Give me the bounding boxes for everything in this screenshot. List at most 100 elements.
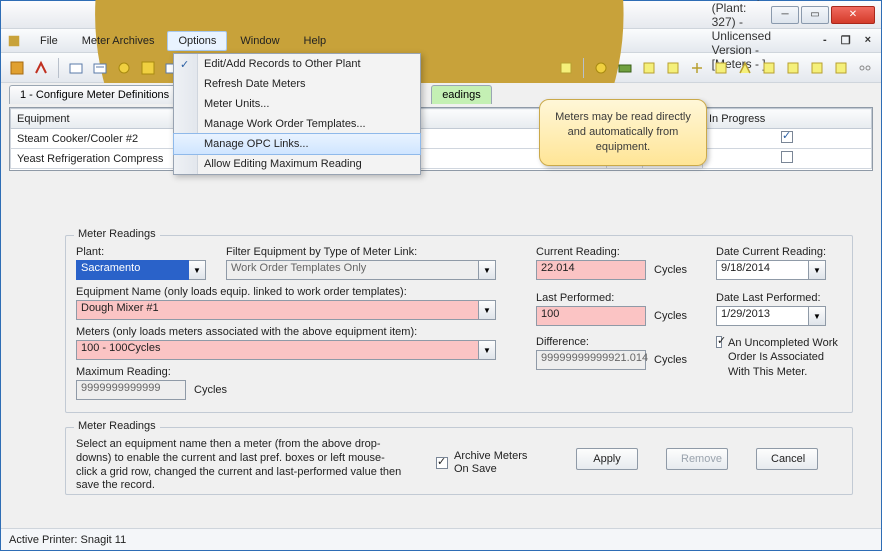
options-dropdown: ✓Edit/Add Records to Other Plant Refresh…	[173, 53, 421, 175]
remove-button[interactable]: Remove	[666, 448, 728, 470]
close-button[interactable]: ✕	[831, 6, 875, 24]
tool-icon-right-7[interactable]	[711, 58, 731, 78]
tab-readings[interactable]: eadings	[431, 85, 492, 104]
tool-icon-1[interactable]	[7, 58, 27, 78]
equipment-name-value: Dough Mixer #1	[76, 300, 479, 320]
toolbar-separator	[58, 58, 59, 78]
info-callout: Meters may be read directly and automati…	[539, 99, 707, 166]
toolbar-separator	[583, 58, 584, 78]
difference-units: Cycles	[654, 354, 687, 366]
table-row[interactable]: Steam Cooker/Cooler #2 5/11/2016 42	[11, 129, 872, 149]
menu-manage-opc-links[interactable]: Manage OPC Links...	[173, 133, 421, 155]
tool-icon-right-5[interactable]	[663, 58, 683, 78]
plant-combo[interactable]: Sacramento ▼	[76, 260, 206, 280]
check-icon: ✓	[180, 58, 189, 71]
checkbox-icon[interactable]	[781, 131, 793, 143]
menu-app-icon	[7, 34, 21, 48]
menu-edit-add-records[interactable]: ✓Edit/Add Records to Other Plant	[174, 54, 420, 74]
last-performed-units: Cycles	[654, 310, 687, 322]
menu-help[interactable]: Help	[293, 31, 338, 51]
date-last-performed-value: 1/29/2013	[716, 306, 809, 326]
menu-meter-archives[interactable]: Meter Archives	[71, 31, 166, 51]
tool-icon-2[interactable]	[31, 58, 51, 78]
date-current-reading-label: Date Current Reading:	[716, 246, 826, 258]
difference-field: 99999999999921.014	[536, 350, 646, 370]
mdi-restore-button[interactable]: ❐	[837, 34, 855, 47]
current-reading-field[interactable]: 22.014	[536, 260, 646, 280]
max-reading-field[interactable]: 9999999999999	[76, 380, 186, 400]
menu-options[interactable]: Options	[167, 31, 227, 51]
menu-refresh-date-meters[interactable]: Refresh Date Meters	[174, 74, 420, 94]
max-reading-label: Maximum Reading:	[76, 366, 171, 378]
meters-label: Meters (only loads meters associated wit…	[76, 326, 417, 338]
col-in-progress[interactable]: In Progress	[703, 109, 872, 129]
date-current-reading-value: 9/18/2014	[716, 260, 809, 280]
tool-icon-3[interactable]	[66, 58, 86, 78]
max-reading-units: Cycles	[194, 384, 227, 396]
equipment-name-combo[interactable]: Dough Mixer #1 ▼	[76, 300, 496, 320]
plant-label: Plant:	[76, 246, 104, 258]
tool-icon-6[interactable]	[138, 58, 158, 78]
dropdown-arrow-icon[interactable]: ▼	[479, 340, 496, 360]
fieldset-legend: Meter Readings	[74, 420, 160, 432]
menu-file[interactable]: File	[29, 31, 69, 51]
last-performed-field[interactable]: 100	[536, 306, 646, 326]
tool-icon-right-9[interactable]	[759, 58, 779, 78]
dropdown-arrow-icon[interactable]: ▼	[809, 306, 826, 326]
tab-configure-meters[interactable]: 1 - Configure Meter Definitions	[9, 85, 180, 104]
table-row[interactable]: Yeast Refrigeration Compress 1/29/2013 0…	[11, 149, 872, 169]
filter-value: Work Order Templates Only	[226, 260, 479, 280]
tool-icon-right-6[interactable]	[687, 58, 707, 78]
associated-workorder-checkbox[interactable]	[716, 336, 722, 348]
menu-meter-units[interactable]: Meter Units...	[174, 94, 420, 114]
apply-button[interactable]: Apply	[576, 448, 638, 470]
cancel-button[interactable]: Cancel	[756, 448, 818, 470]
client-area: 1 - Configure Meter Definitions eadings …	[1, 83, 881, 528]
current-reading-units: Cycles	[654, 264, 687, 276]
checkbox-icon[interactable]	[781, 151, 793, 163]
associated-workorder-label: An Uncompleted Work Order Is Associated …	[728, 336, 846, 379]
menu-window[interactable]: Window	[229, 31, 290, 51]
meter-readings-fieldset: Meter Readings Plant: Sacramento ▼ Filte…	[65, 235, 853, 413]
tool-icon-right-2[interactable]	[591, 58, 611, 78]
meters-grid[interactable]: Equipment Reading Date Last P um Meter I…	[9, 107, 873, 171]
status-printer: Active Printer: Snagit 11	[9, 534, 126, 546]
tool-icon-right-10[interactable]	[783, 58, 803, 78]
dropdown-arrow-icon[interactable]: ▼	[479, 300, 496, 320]
archive-meters-checkbox[interactable]	[436, 457, 448, 469]
last-performed-label: Last Performed:	[536, 292, 614, 304]
plant-value: Sacramento	[76, 260, 189, 280]
tool-icon-right-13[interactable]	[855, 58, 875, 78]
filter-combo[interactable]: Work Order Templates Only ▼	[226, 260, 496, 280]
archive-meters-label: Archive Meters On Save	[454, 450, 534, 476]
difference-label: Difference:	[536, 336, 589, 348]
tool-icon-right-12[interactable]	[831, 58, 851, 78]
dropdown-arrow-icon[interactable]: ▼	[809, 260, 826, 280]
app-window: Tastee Baking Company - (Plant: 327) - U…	[0, 0, 882, 551]
menu-allow-editing-max-reading[interactable]: Allow Editing Maximum Reading	[174, 154, 420, 174]
tool-icon-right-3[interactable]	[615, 58, 635, 78]
current-reading-label: Current Reading:	[536, 246, 620, 258]
tool-icon-4[interactable]	[90, 58, 110, 78]
tool-icon-right-1[interactable]	[556, 58, 576, 78]
maximize-button[interactable]: ▭	[801, 6, 829, 24]
date-current-reading-combo[interactable]: 9/18/2014 ▼	[716, 260, 826, 280]
date-last-performed-combo[interactable]: 1/29/2013 ▼	[716, 306, 826, 326]
meter-readings-actions-fieldset: Meter Readings Select an equipment name …	[65, 427, 853, 495]
mdi-close-button[interactable]: ×	[861, 34, 875, 47]
cell-in-progress	[703, 149, 872, 169]
tool-icon-right-8[interactable]	[735, 58, 755, 78]
equipment-name-label: Equipment Name (only loads equip. linked…	[76, 286, 407, 298]
dropdown-arrow-icon[interactable]: ▼	[479, 260, 496, 280]
minimize-button[interactable]: ─	[771, 6, 799, 24]
dropdown-arrow-icon[interactable]: ▼	[189, 260, 206, 280]
date-last-performed-label: Date Last Performed:	[716, 292, 821, 304]
menu-manage-work-order-templates[interactable]: Manage Work Order Templates...	[174, 114, 420, 134]
cell-in-progress	[703, 129, 872, 149]
meters-value: 100 - 100Cycles	[76, 340, 479, 360]
tool-icon-right-4[interactable]	[639, 58, 659, 78]
meters-combo[interactable]: 100 - 100Cycles ▼	[76, 340, 496, 360]
tool-icon-right-11[interactable]	[807, 58, 827, 78]
mdi-minimize-button[interactable]: -	[819, 34, 831, 47]
tool-icon-5[interactable]	[114, 58, 134, 78]
